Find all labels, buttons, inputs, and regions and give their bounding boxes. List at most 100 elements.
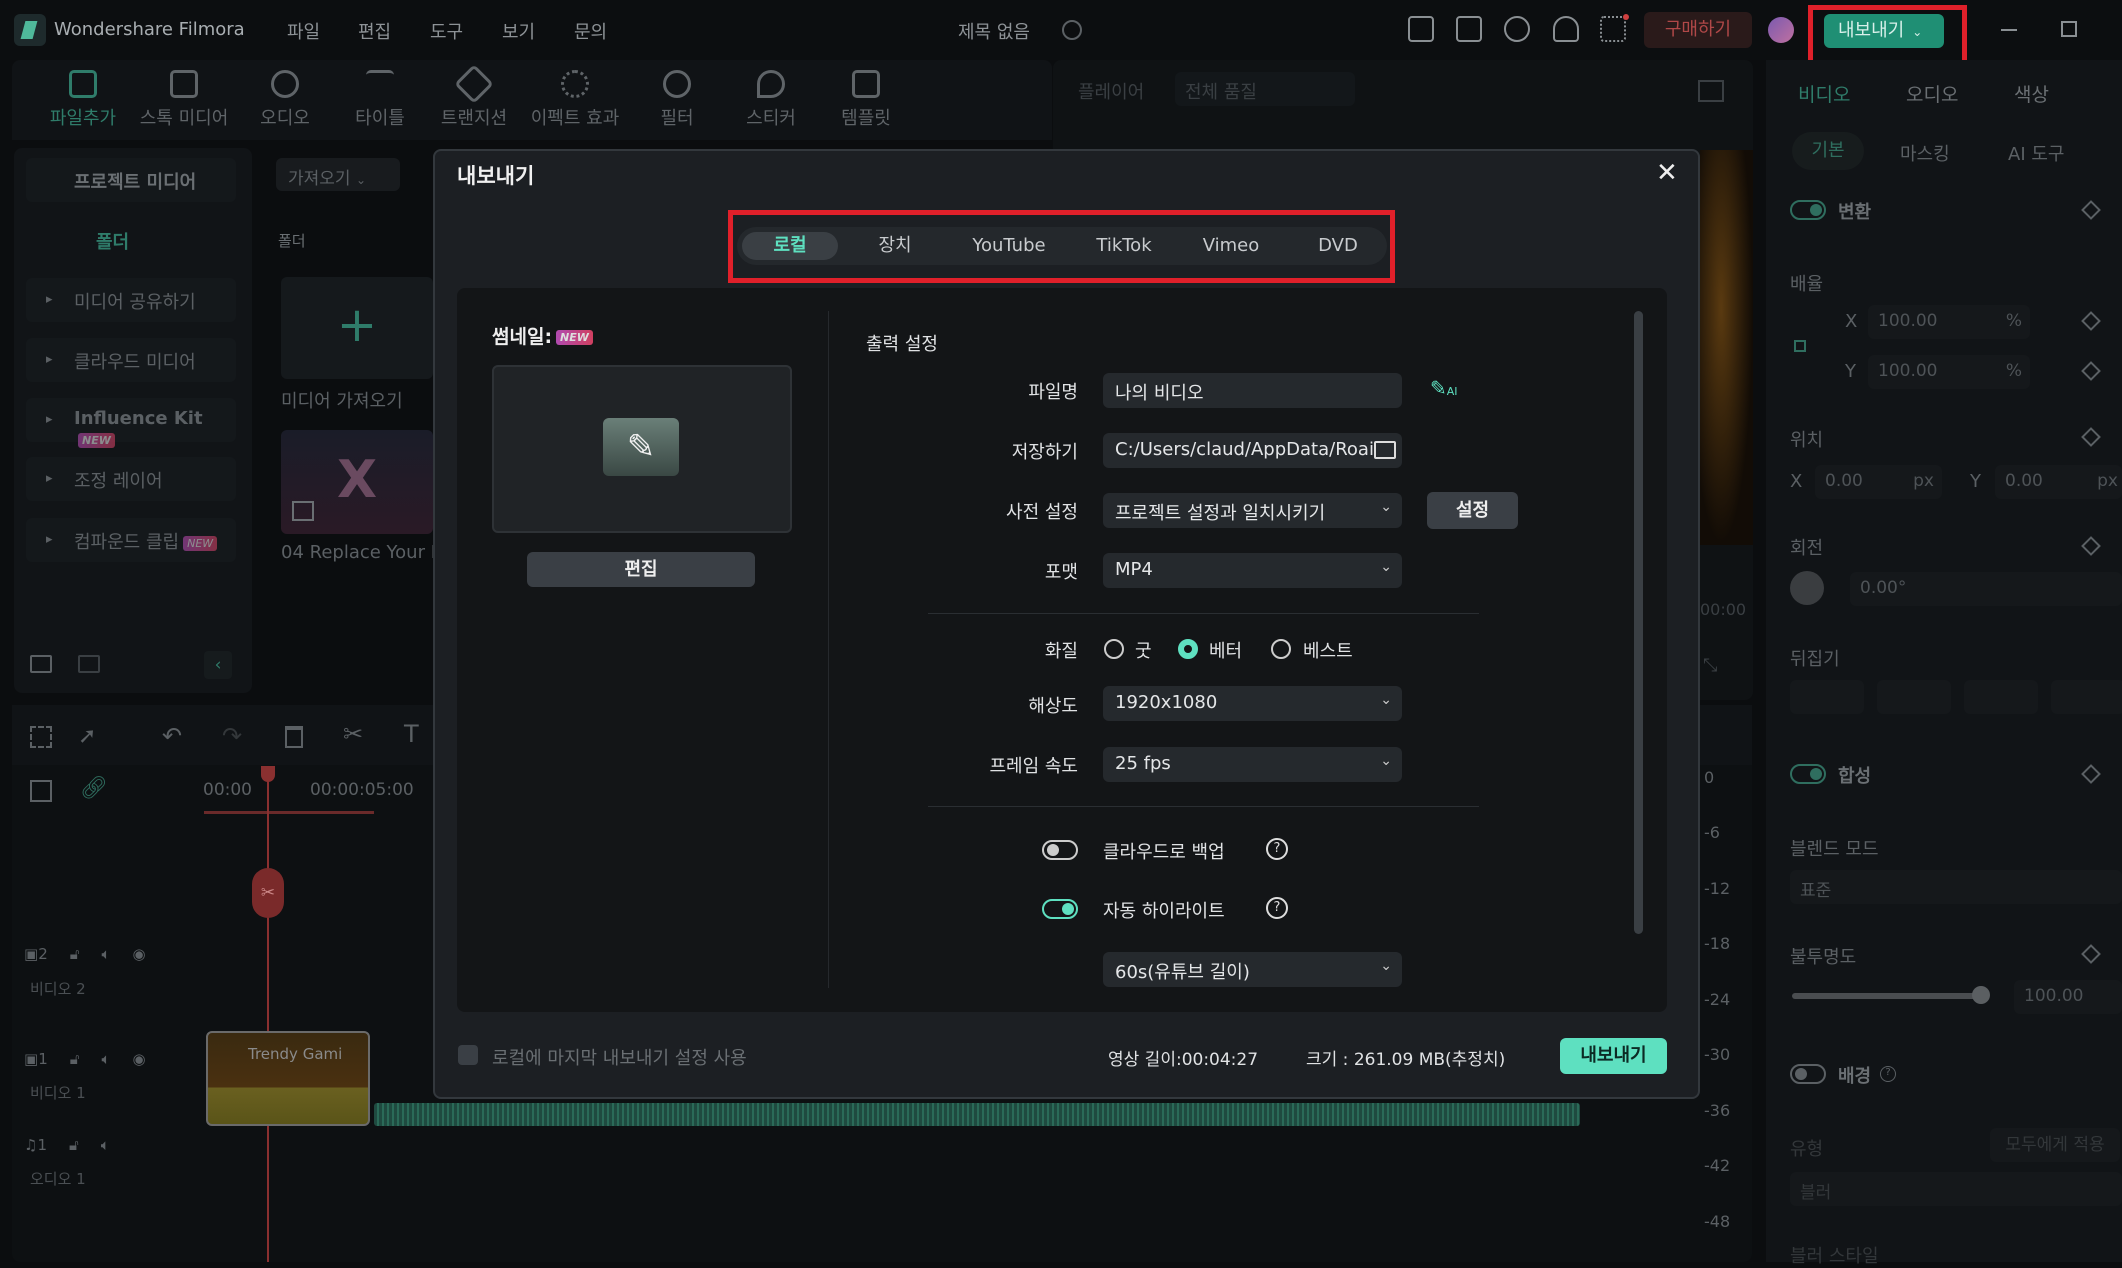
lock-icon[interactable]: 🔓︎ [70, 945, 80, 963]
redo-icon[interactable]: ↷ [222, 722, 242, 750]
new-folder-icon[interactable] [30, 655, 52, 673]
lock-icon[interactable]: 🔓︎ [70, 1050, 80, 1068]
scale-x-input[interactable]: 100.00% [1868, 305, 2030, 339]
add-track-icon[interactable] [30, 780, 52, 802]
menu-file[interactable]: 파일 [287, 18, 320, 44]
use-last-settings-checkbox[interactable] [458, 1045, 478, 1065]
layout-icon[interactable] [1408, 16, 1434, 42]
import-media-tile[interactable]: + [281, 277, 433, 379]
quality-good-label[interactable]: 굿 [1135, 637, 1152, 663]
quality-best-label[interactable]: 베스트 [1303, 637, 1353, 663]
help-icon[interactable]: ? [1266, 838, 1288, 860]
lock-icon[interactable] [1794, 340, 1806, 352]
settings-scrollbar[interactable] [1634, 311, 1643, 934]
subtab-ai-tools[interactable]: AI 도구 [2008, 140, 2064, 166]
quality-better-label[interactable]: 베터 [1209, 637, 1242, 663]
flip-horizontal-button[interactable] [1790, 680, 1864, 714]
compositing-toggle[interactable] [1790, 764, 1826, 784]
project-media-header[interactable]: 프로젝트 미디어 [26, 158, 236, 202]
speaker-icon[interactable]: 🔈︎ [101, 945, 110, 963]
menu-view[interactable]: 보기 [502, 18, 535, 44]
rotate-cw-button[interactable] [1964, 680, 2038, 714]
blur-dropdown[interactable]: 블러 [1790, 1172, 2122, 1206]
pos-x-input[interactable]: 0.00 px [1815, 465, 1942, 499]
format-dropdown[interactable]: MP4 ⌄ [1103, 553, 1402, 588]
quality-best-radio[interactable] [1271, 639, 1291, 659]
delete-icon[interactable] [285, 726, 303, 748]
sidebar-item-influence-kit[interactable]: Influence Kit NEW [26, 398, 236, 448]
buy-button[interactable]: 구매하기 [1644, 12, 1752, 48]
transform-toggle[interactable] [1790, 200, 1826, 220]
link-icon[interactable]: 🔗︎ [80, 776, 108, 801]
cloud-upload-icon[interactable] [1504, 16, 1530, 42]
video-clip[interactable]: Trendy Gami [206, 1031, 370, 1126]
import-dropdown[interactable]: 가져오기 ⌄ [276, 158, 400, 191]
highlight-length-dropdown[interactable]: 60s(유튜브 길이) ⌄ [1103, 952, 1402, 987]
undo-icon[interactable]: ↶ [162, 722, 182, 750]
framerate-dropdown[interactable]: 25 fps ⌄ [1103, 747, 1402, 782]
tool-import[interactable]: 파일추가 [33, 70, 133, 130]
headset-icon[interactable] [1553, 16, 1579, 42]
snapshot-icon[interactable] [1698, 80, 1724, 102]
pos-y-input[interactable]: 0.00 px [1995, 465, 2122, 499]
layout-grid-icon[interactable] [30, 726, 52, 748]
quality-good-radio[interactable] [1104, 639, 1124, 659]
close-icon[interactable]: ✕ [1656, 158, 1678, 188]
split-marker[interactable]: ✂ [252, 868, 284, 918]
cloud-backup-toggle[interactable] [1042, 840, 1078, 860]
resolution-dropdown[interactable]: 1920x1080 ⌄ [1103, 686, 1402, 721]
filename-input[interactable]: 나의 비디오 [1103, 373, 1402, 408]
tool-transitions[interactable]: 트랜지션 [424, 64, 524, 130]
flip-vertical-button[interactable] [1877, 680, 1951, 714]
quality-dropdown[interactable]: 전체 품질 [1175, 72, 1355, 106]
rotation-input[interactable]: 0.00° [1850, 572, 2122, 606]
eye-icon[interactable]: ◉ [132, 945, 145, 963]
top-export-button[interactable]: 내보내기 ⌄ [1824, 14, 1944, 48]
scissors-icon[interactable]: ✂ [343, 720, 363, 748]
menu-tools[interactable]: 도구 [430, 18, 463, 44]
auto-highlight-toggle[interactable] [1042, 899, 1078, 919]
speaker-icon[interactable]: 🔈︎ [101, 1136, 110, 1154]
save-path-input[interactable]: C:/Users/claud/AppData/Roai [1103, 433, 1402, 468]
tool-titles[interactable]: 타이틀 [330, 70, 430, 130]
tool-audio[interactable]: 오디오 [235, 70, 335, 130]
right-tab-audio[interactable]: 오디오 [1906, 80, 1958, 107]
preset-dropdown[interactable]: 프로젝트 설정과 일치시키기 ⌄ [1103, 493, 1402, 528]
tool-stickers[interactable]: 스티커 [721, 70, 821, 130]
blend-mode-dropdown[interactable]: 표준 [1790, 870, 2122, 904]
sidebar-item-cloud-media[interactable]: 클라우드 미디어 [26, 338, 236, 382]
right-tab-color[interactable]: 색상 [2014, 80, 2049, 107]
export-button[interactable]: 내보내기 [1560, 1038, 1667, 1074]
preset-settings-button[interactable]: 설정 [1427, 492, 1518, 529]
subtab-basic[interactable]: 기본 [1792, 132, 1864, 170]
apply-all-button[interactable]: 모두에게 적용 [1990, 1128, 2120, 1162]
tool-effects[interactable]: 이펙트 효과 [525, 70, 625, 130]
playhead[interactable] [267, 768, 269, 1262]
delete-folder-icon[interactable] [78, 655, 100, 673]
sidebar-item-media-share[interactable]: 미디어 공유하기 [26, 278, 236, 322]
subtab-masking[interactable]: 마스킹 [1900, 140, 1950, 166]
playhead-handle[interactable] [261, 766, 275, 782]
tool-stock-media[interactable]: 스톡 미디어 [134, 70, 234, 130]
sidebar-item-adjustment-layer[interactable]: 조정 레이어 [26, 457, 236, 501]
quality-better-radio[interactable] [1178, 639, 1198, 659]
eye-icon[interactable]: ◉ [132, 1050, 145, 1068]
scale-y-input[interactable]: 100.00% [1868, 355, 2030, 389]
select-cursor-icon[interactable]: ➚ [78, 724, 96, 749]
tool-filters[interactable]: 필터 [627, 70, 727, 130]
background-toggle[interactable] [1790, 1064, 1826, 1084]
thumbnail-edit-button[interactable]: 편집 [527, 552, 755, 587]
rotate-ccw-button[interactable] [2051, 680, 2122, 714]
help-icon[interactable]: ? [1266, 897, 1288, 919]
avatar[interactable] [1768, 17, 1794, 43]
save-icon[interactable] [1456, 16, 1482, 42]
folder-item[interactable]: 폴더 [96, 228, 129, 254]
tool-templates[interactable]: 템플릿 [816, 70, 916, 130]
lock-icon[interactable]: 🔓︎ [69, 1136, 79, 1154]
ai-rename-icon[interactable]: ✎AI [1430, 376, 1458, 400]
rotation-knob[interactable] [1790, 571, 1824, 605]
minimize-button[interactable] [2001, 29, 2017, 31]
help-icon[interactable]: ? [1880, 1066, 1896, 1082]
opacity-input[interactable]: 100.00 [2014, 980, 2122, 1014]
right-tab-video[interactable]: 비디오 [1798, 80, 1850, 107]
